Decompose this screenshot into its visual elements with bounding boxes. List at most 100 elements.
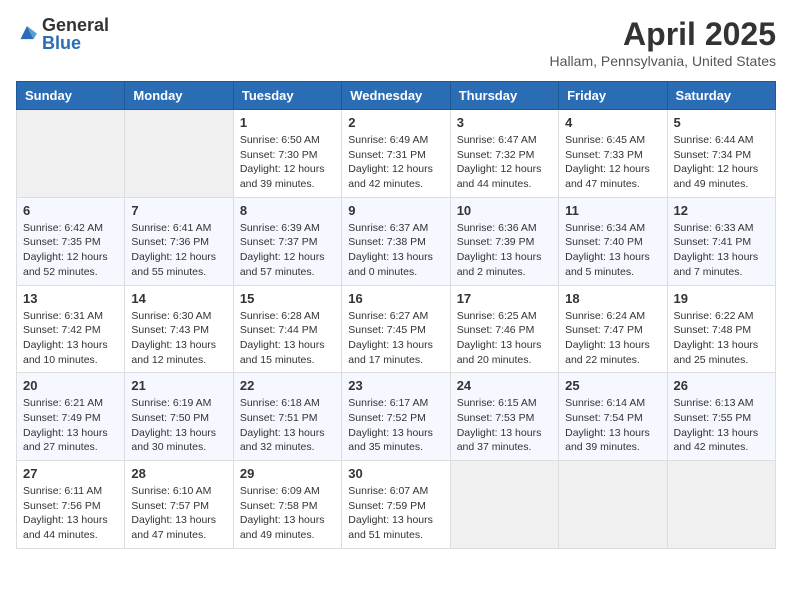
day-info: Sunrise: 6:15 AM Sunset: 7:53 PM Dayligh… <box>457 396 552 455</box>
calendar-cell: 21 Sunrise: 6:19 AM Sunset: 7:50 PM Dayli… <box>125 373 233 461</box>
day-info: Sunrise: 6:13 AM Sunset: 7:55 PM Dayligh… <box>674 396 769 455</box>
calendar-table: SundayMondayTuesdayWednesdayThursdayFrid… <box>16 81 776 549</box>
day-number: 13 <box>23 291 118 306</box>
day-info: Sunrise: 6:50 AM Sunset: 7:30 PM Dayligh… <box>240 133 335 192</box>
calendar-cell: 17Sunrise: 6:25 AM Sunset: 7:46 PM Dayli… <box>450 285 558 373</box>
day-number: 23 <box>348 378 443 393</box>
calendar-title: April 2025 <box>550 16 776 53</box>
calendar-week-1: 1Sunrise: 6:50 AM Sunset: 7:30 PM Daylig… <box>17 110 776 198</box>
day-number: 17 <box>457 291 552 306</box>
day-number: 11 <box>565 203 660 218</box>
calendar-cell: 25 Sunrise: 6:14 AM Sunset: 7:54 PM Dayli… <box>559 373 667 461</box>
logo: General Blue <box>16 16 109 52</box>
day-info: Sunrise: 6:07 AM Sunset: 7:59 PM Dayligh… <box>348 484 443 543</box>
day-number: 26 <box>674 378 769 393</box>
day-info: Sunrise: 6:28 AM Sunset: 7:44 PM Dayligh… <box>240 309 335 368</box>
calendar-subtitle: Hallam, Pennsylvania, United States <box>550 53 776 69</box>
day-info: Sunrise: 6:44 AM Sunset: 7:34 PM Dayligh… <box>674 133 769 192</box>
day-number: 3 <box>457 115 552 130</box>
day-number: 6 <box>23 203 118 218</box>
calendar-cell: 5 Sunrise: 6:44 AM Sunset: 7:34 PM Daylig… <box>667 110 775 198</box>
calendar-cell <box>559 461 667 549</box>
day-info: Sunrise: 6:34 AM Sunset: 7:40 PM Dayligh… <box>565 221 660 280</box>
day-info: Sunrise: 6:33 AM Sunset: 7:41 PM Dayligh… <box>674 221 769 280</box>
calendar-cell <box>450 461 558 549</box>
day-info: Sunrise: 6:14 AM Sunset: 7:54 PM Dayligh… <box>565 396 660 455</box>
day-number: 25 <box>565 378 660 393</box>
day-info: Sunrise: 6:24 AM Sunset: 7:47 PM Dayligh… <box>565 309 660 368</box>
calendar-cell: 13 Sunrise: 6:31 AM Sunset: 7:42 PM Dayli… <box>17 285 125 373</box>
calendar-cell: 18 Sunrise: 6:24 AM Sunset: 7:47 PM Dayli… <box>559 285 667 373</box>
calendar-cell: 27 Sunrise: 6:11 AM Sunset: 7:56 PM Dayli… <box>17 461 125 549</box>
day-number: 4 <box>565 115 660 130</box>
calendar-cell: 24 Sunrise: 6:15 AM Sunset: 7:53 PM Dayli… <box>450 373 558 461</box>
day-info: Sunrise: 6:49 AM Sunset: 7:31 PM Dayligh… <box>348 133 443 192</box>
title-block: April 2025 Hallam, Pennsylvania, United … <box>550 16 776 69</box>
day-number: 16 <box>348 291 443 306</box>
day-number: 28 <box>131 466 226 481</box>
calendar-cell: 22 Sunrise: 6:18 AM Sunset: 7:51 PM Dayli… <box>233 373 341 461</box>
day-number: 9 <box>348 203 443 218</box>
weekday-header-sunday: Sunday <box>17 82 125 110</box>
calendar-cell: 12 Sunrise: 6:33 AM Sunset: 7:41 PM Dayli… <box>667 197 775 285</box>
day-info: Sunrise: 6:21 AM Sunset: 7:49 PM Dayligh… <box>23 396 118 455</box>
day-info: Sunrise: 6:09 AM Sunset: 7:58 PM Dayligh… <box>240 484 335 543</box>
day-info: Sunrise: 6:36 AM Sunset: 7:39 PM Dayligh… <box>457 221 552 280</box>
calendar-cell: 15 Sunrise: 6:28 AM Sunset: 7:44 PM Dayli… <box>233 285 341 373</box>
day-info: Sunrise: 6:42 AM Sunset: 7:35 PM Dayligh… <box>23 221 118 280</box>
day-number: 14 <box>131 291 226 306</box>
day-number: 21 <box>131 378 226 393</box>
day-number: 27 <box>23 466 118 481</box>
calendar-week-5: 27 Sunrise: 6:11 AM Sunset: 7:56 PM Dayli… <box>17 461 776 549</box>
calendar-cell <box>17 110 125 198</box>
calendar-cell: 30Sunrise: 6:07 AM Sunset: 7:59 PM Dayli… <box>342 461 450 549</box>
day-number: 18 <box>565 291 660 306</box>
calendar-cell: 20 Sunrise: 6:21 AM Sunset: 7:49 PM Dayli… <box>17 373 125 461</box>
day-number: 24 <box>457 378 552 393</box>
calendar-cell: 6 Sunrise: 6:42 AM Sunset: 7:35 PM Daylig… <box>17 197 125 285</box>
day-number: 5 <box>674 115 769 130</box>
weekday-header-row: SundayMondayTuesdayWednesdayThursdayFrid… <box>17 82 776 110</box>
day-number: 15 <box>240 291 335 306</box>
calendar-cell: 8 Sunrise: 6:39 AM Sunset: 7:37 PM Daylig… <box>233 197 341 285</box>
day-info: Sunrise: 6:47 AM Sunset: 7:32 PM Dayligh… <box>457 133 552 192</box>
day-info: Sunrise: 6:31 AM Sunset: 7:42 PM Dayligh… <box>23 309 118 368</box>
calendar-cell: 7 Sunrise: 6:41 AM Sunset: 7:36 PM Daylig… <box>125 197 233 285</box>
calendar-cell: 14 Sunrise: 6:30 AM Sunset: 7:43 PM Dayli… <box>125 285 233 373</box>
weekday-header-wednesday: Wednesday <box>342 82 450 110</box>
weekday-header-thursday: Thursday <box>450 82 558 110</box>
calendar-cell: 1Sunrise: 6:50 AM Sunset: 7:30 PM Daylig… <box>233 110 341 198</box>
day-info: Sunrise: 6:11 AM Sunset: 7:56 PM Dayligh… <box>23 484 118 543</box>
day-number: 8 <box>240 203 335 218</box>
calendar-cell: 9Sunrise: 6:37 AM Sunset: 7:38 PM Daylig… <box>342 197 450 285</box>
day-number: 29 <box>240 466 335 481</box>
weekday-header-saturday: Saturday <box>667 82 775 110</box>
logo-general: General <box>42 16 109 34</box>
calendar-cell: 3 Sunrise: 6:47 AM Sunset: 7:32 PM Daylig… <box>450 110 558 198</box>
day-info: Sunrise: 6:39 AM Sunset: 7:37 PM Dayligh… <box>240 221 335 280</box>
day-info: Sunrise: 6:19 AM Sunset: 7:50 PM Dayligh… <box>131 396 226 455</box>
calendar-week-4: 20 Sunrise: 6:21 AM Sunset: 7:49 PM Dayli… <box>17 373 776 461</box>
day-number: 20 <box>23 378 118 393</box>
day-info: Sunrise: 6:10 AM Sunset: 7:57 PM Dayligh… <box>131 484 226 543</box>
calendar-cell: 28 Sunrise: 6:10 AM Sunset: 7:57 PM Dayli… <box>125 461 233 549</box>
day-number: 22 <box>240 378 335 393</box>
calendar-cell: 16Sunrise: 6:27 AM Sunset: 7:45 PM Dayli… <box>342 285 450 373</box>
calendar-cell: 4 Sunrise: 6:45 AM Sunset: 7:33 PM Daylig… <box>559 110 667 198</box>
day-info: Sunrise: 6:22 AM Sunset: 7:48 PM Dayligh… <box>674 309 769 368</box>
weekday-header-monday: Monday <box>125 82 233 110</box>
calendar-cell: 19 Sunrise: 6:22 AM Sunset: 7:48 PM Dayli… <box>667 285 775 373</box>
day-number: 12 <box>674 203 769 218</box>
page-header: General Blue April 2025 Hallam, Pennsylv… <box>16 16 776 69</box>
day-info: Sunrise: 6:18 AM Sunset: 7:51 PM Dayligh… <box>240 396 335 455</box>
day-info: Sunrise: 6:30 AM Sunset: 7:43 PM Dayligh… <box>131 309 226 368</box>
day-info: Sunrise: 6:41 AM Sunset: 7:36 PM Dayligh… <box>131 221 226 280</box>
calendar-cell: 26 Sunrise: 6:13 AM Sunset: 7:55 PM Dayli… <box>667 373 775 461</box>
calendar-cell: 10Sunrise: 6:36 AM Sunset: 7:39 PM Dayli… <box>450 197 558 285</box>
day-number: 7 <box>131 203 226 218</box>
calendar-cell <box>667 461 775 549</box>
calendar-cell <box>125 110 233 198</box>
day-number: 19 <box>674 291 769 306</box>
calendar-cell: 23Sunrise: 6:17 AM Sunset: 7:52 PM Dayli… <box>342 373 450 461</box>
day-info: Sunrise: 6:45 AM Sunset: 7:33 PM Dayligh… <box>565 133 660 192</box>
